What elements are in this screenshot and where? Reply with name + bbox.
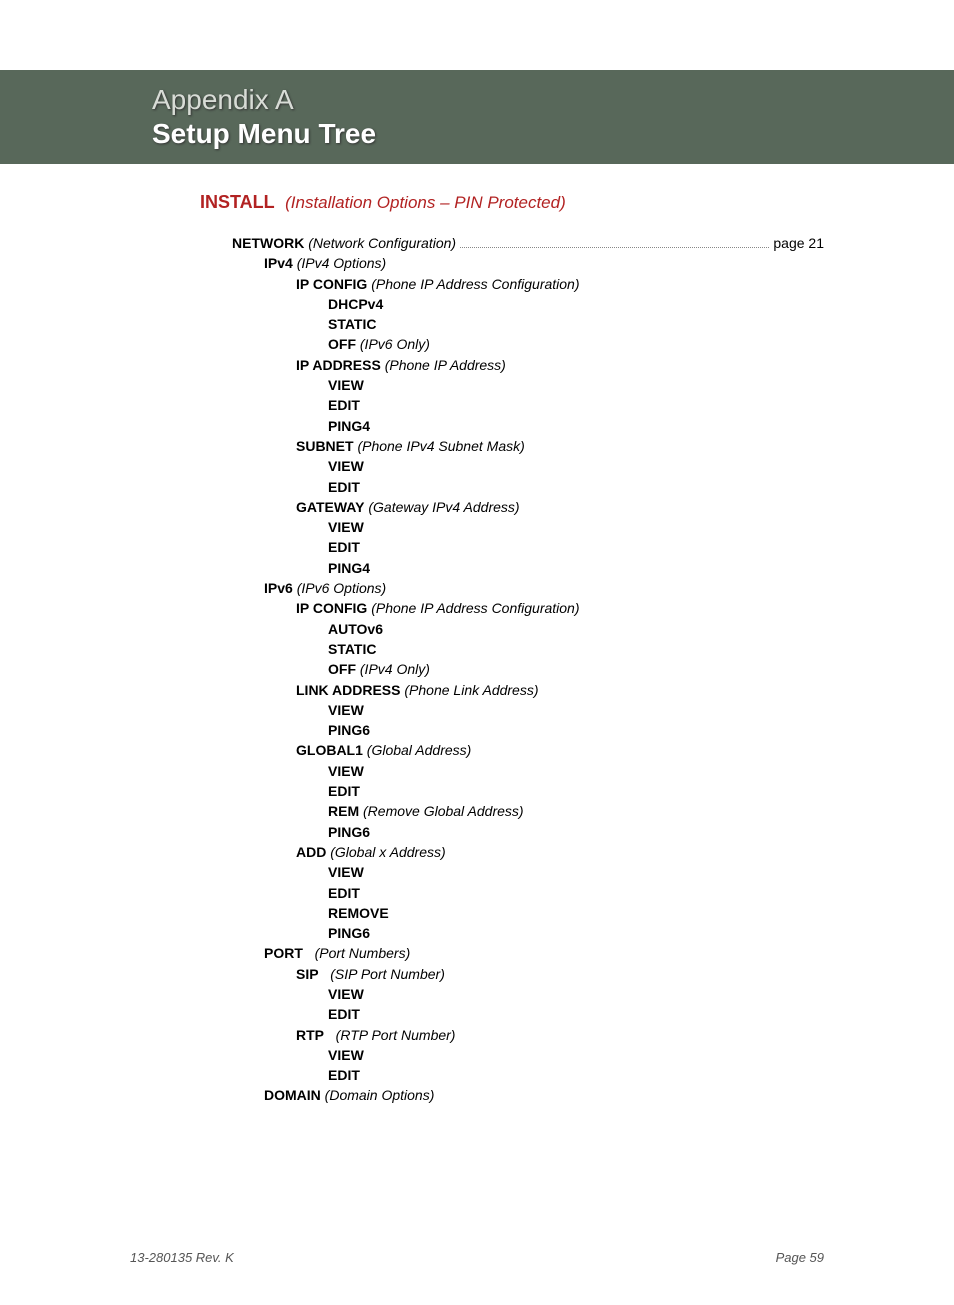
domain-desc: (Domain Options) bbox=[325, 1087, 435, 1103]
network-row: NETWORK (Network Configuration) page 21 bbox=[232, 233, 824, 253]
port-edit1: EDIT bbox=[232, 1004, 824, 1024]
ipv6-view2: VIEW bbox=[232, 761, 824, 781]
ipv4-ping4-1: PING4 bbox=[232, 416, 824, 436]
ipv6-ping6-2: PING6 bbox=[232, 822, 824, 842]
network-page-ref: page 21 bbox=[773, 233, 824, 253]
network-desc: (Network Configuration) bbox=[308, 235, 456, 251]
port-sip: SIP (SIP Port Number) bbox=[232, 964, 824, 984]
ipv4-gateway: GATEWAY (Gateway IPv4 Address) bbox=[232, 497, 824, 517]
content-area: INSTALL (Installation Options – PIN Prot… bbox=[0, 164, 954, 1106]
port-rtp: RTP (RTP Port Number) bbox=[232, 1025, 824, 1045]
ipv4-subnet: SUBNET (Phone IPv4 Subnet Mask) bbox=[232, 436, 824, 456]
ipv4-edit3: EDIT bbox=[232, 537, 824, 557]
ipv4-static: STATIC bbox=[232, 314, 824, 334]
page-footer: 13-280135 Rev. K Page 59 bbox=[130, 1250, 824, 1265]
appendix-label: Appendix A bbox=[152, 84, 954, 116]
ipv4-view3: VIEW bbox=[232, 517, 824, 537]
ipv6-ping6-3: PING6 bbox=[232, 923, 824, 943]
domain-row: DOMAIN (Domain Options) bbox=[232, 1085, 824, 1105]
ipv6-edit2: EDIT bbox=[232, 781, 824, 801]
ipv6-linkaddress: LINK ADDRESS (Phone Link Address) bbox=[232, 680, 824, 700]
menu-tree: NETWORK (Network Configuration) page 21 … bbox=[200, 233, 824, 1106]
port-desc: (Port Numbers) bbox=[315, 945, 411, 961]
install-heading: INSTALL (Installation Options – PIN Prot… bbox=[200, 192, 824, 213]
ipv4-ipaddress: IP ADDRESS (Phone IP Address) bbox=[232, 355, 824, 375]
leader-dots bbox=[460, 247, 769, 248]
ipv4-row: IPv4 (IPv4 Options) bbox=[232, 253, 824, 273]
ipv6-label: IPv6 bbox=[264, 580, 293, 596]
install-desc: (Installation Options – PIN Protected) bbox=[285, 193, 566, 212]
ipv6-ping6-1: PING6 bbox=[232, 720, 824, 740]
footer-right: Page 59 bbox=[776, 1250, 824, 1265]
port-label: PORT bbox=[264, 945, 303, 961]
ipv6-row: IPv6 (IPv6 Options) bbox=[232, 578, 824, 598]
ipv6-edit3: EDIT bbox=[232, 883, 824, 903]
port-row: PORT (Port Numbers) bbox=[232, 943, 824, 963]
port-view1: VIEW bbox=[232, 984, 824, 1004]
ipv6-ipconfig: IP CONFIG (Phone IP Address Configuratio… bbox=[232, 598, 824, 618]
ipv4-ipconfig: IP CONFIG (Phone IP Address Configuratio… bbox=[232, 274, 824, 294]
banner-title: Setup Menu Tree bbox=[152, 118, 954, 150]
ipv4-view1: VIEW bbox=[232, 375, 824, 395]
ipv6-view1: VIEW bbox=[232, 700, 824, 720]
ipv6-add: ADD (Global x Address) bbox=[232, 842, 824, 862]
ipv4-edit2: EDIT bbox=[232, 477, 824, 497]
ipv6-static: STATIC bbox=[232, 639, 824, 659]
ipv4-view2: VIEW bbox=[232, 456, 824, 476]
ipv4-desc: (IPv4 Options) bbox=[297, 255, 386, 271]
domain-label: DOMAIN bbox=[264, 1087, 321, 1103]
footer-left: 13-280135 Rev. K bbox=[130, 1250, 234, 1265]
ipv6-remove: REMOVE bbox=[232, 903, 824, 923]
ipv4-ping4-2: PING4 bbox=[232, 558, 824, 578]
ipv4-dhcpv4: DHCPv4 bbox=[232, 294, 824, 314]
ipv6-desc: (IPv6 Options) bbox=[297, 580, 386, 596]
ipv4-label: IPv4 bbox=[264, 255, 293, 271]
ipv6-global1: GLOBAL1 (Global Address) bbox=[232, 740, 824, 760]
page-banner: Appendix A Setup Menu Tree bbox=[0, 70, 954, 164]
ipv6-rem: REM (Remove Global Address) bbox=[232, 801, 824, 821]
install-label: INSTALL bbox=[200, 192, 275, 212]
ipv6-off: OFF (IPv4 Only) bbox=[232, 659, 824, 679]
port-view2: VIEW bbox=[232, 1045, 824, 1065]
ipv4-edit1: EDIT bbox=[232, 395, 824, 415]
ipv6-autov6: AUTOv6 bbox=[232, 619, 824, 639]
port-edit2: EDIT bbox=[232, 1065, 824, 1085]
ipv4-off: OFF (IPv6 Only) bbox=[232, 334, 824, 354]
network-label: NETWORK bbox=[232, 235, 304, 251]
ipv6-view3: VIEW bbox=[232, 862, 824, 882]
